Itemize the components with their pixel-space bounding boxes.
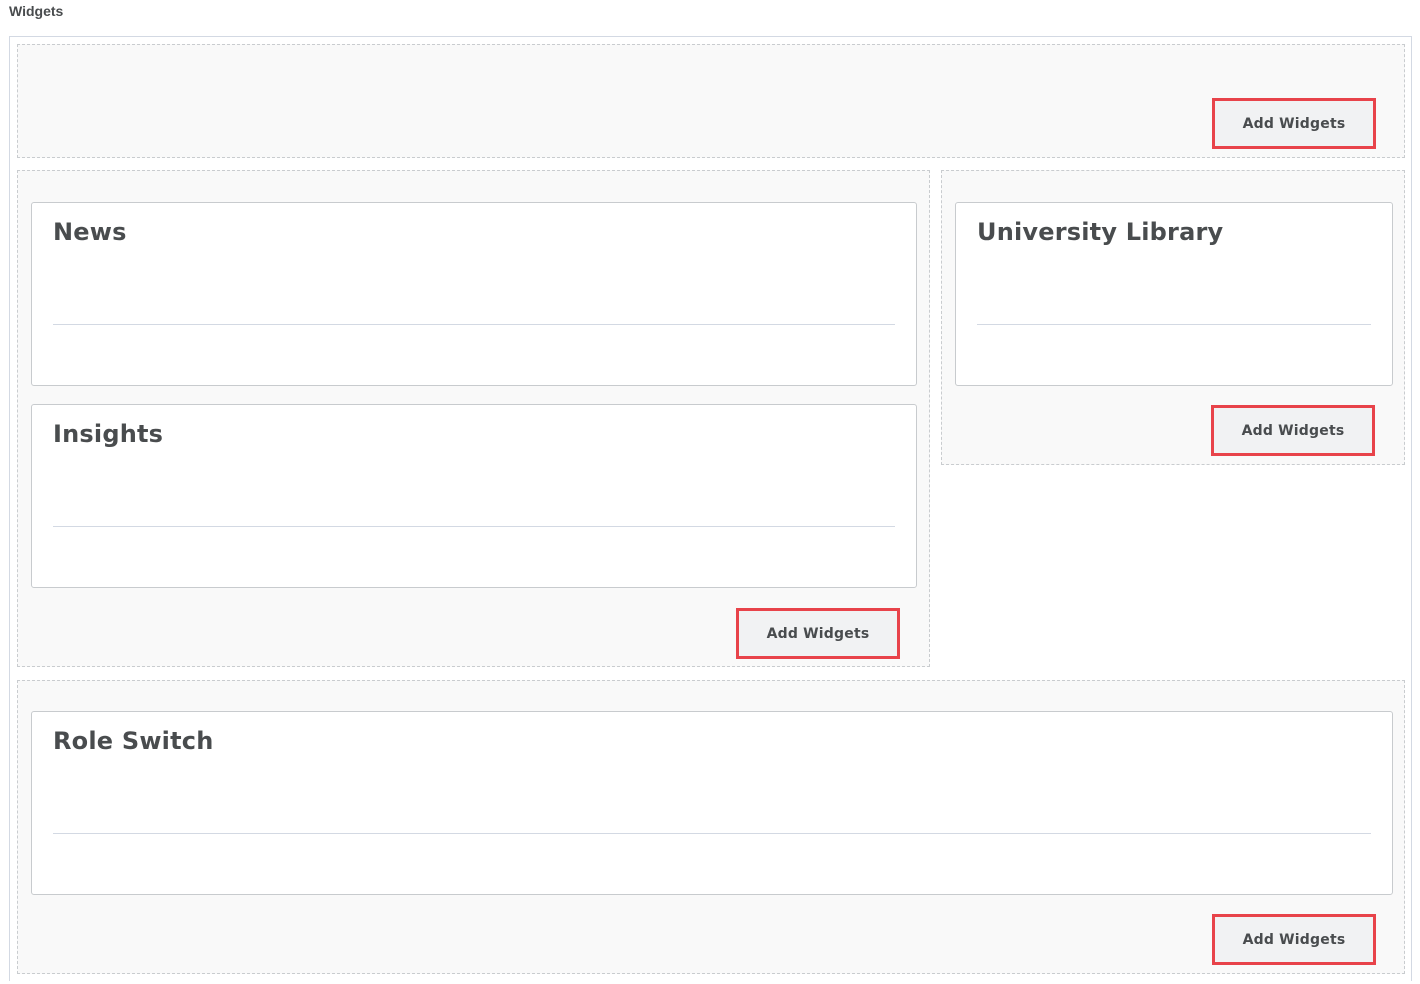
widgets-layout-container: Add Widgets News Insights Add Widgets Un…: [9, 36, 1412, 981]
widget-divider: [977, 324, 1371, 325]
widget-divider: [53, 324, 895, 325]
widget-divider: [53, 526, 895, 527]
widget-role-switch: Role Switch: [31, 711, 1393, 895]
bottom-zone: Role Switch Add Widgets: [17, 680, 1405, 974]
left-zone: News Insights Add Widgets: [17, 170, 930, 667]
widget-title: Insights: [53, 420, 164, 448]
widget-title: University Library: [977, 218, 1224, 246]
add-widgets-button-header[interactable]: Add Widgets: [1212, 98, 1376, 149]
widget-divider: [53, 833, 1371, 834]
add-widgets-button-bottom[interactable]: Add Widgets: [1212, 914, 1376, 965]
widget-title: Role Switch: [53, 727, 214, 755]
add-widgets-button-left[interactable]: Add Widgets: [736, 608, 900, 659]
widget-insights: Insights: [31, 404, 917, 588]
widget-university-library: University Library: [955, 202, 1393, 386]
widget-news: News: [31, 202, 917, 386]
widget-title: News: [53, 218, 127, 246]
add-widgets-button-right[interactable]: Add Widgets: [1211, 405, 1375, 456]
right-zone: University Library Add Widgets: [941, 170, 1405, 465]
page-title: Widgets: [9, 3, 64, 19]
header-zone: Add Widgets: [17, 44, 1405, 158]
